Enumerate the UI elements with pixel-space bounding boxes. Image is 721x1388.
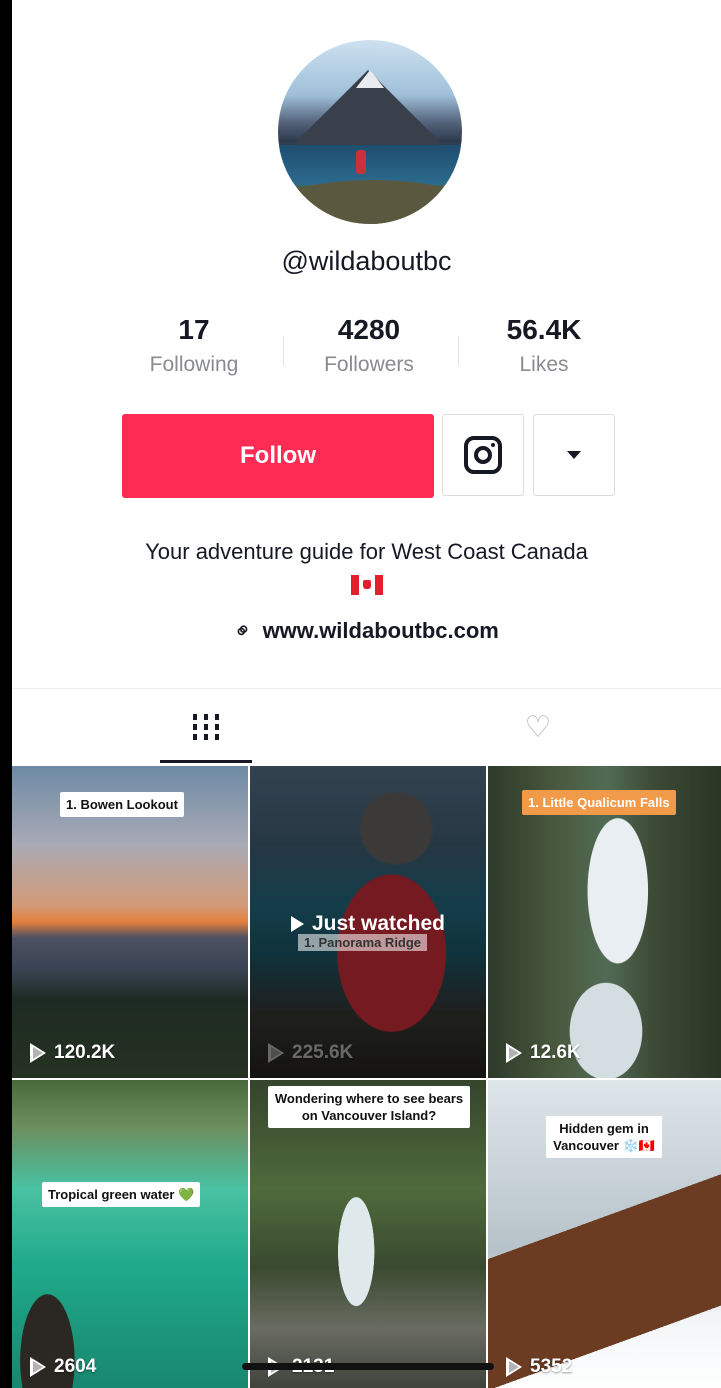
link-text: www.wildaboutbc.com	[262, 618, 499, 643]
likes-count: 56.4K	[506, 314, 582, 345]
caret-down-icon	[567, 451, 581, 459]
video-tile[interactable]: Hidden gem in Vancouver ❄️🇨🇦 5352	[488, 1080, 721, 1388]
video-tile[interactable]: Just watched 1. Panorama Ridge 225.6K	[250, 766, 486, 1078]
bio-text: Your adventure guide for West Coast Cana…	[145, 539, 588, 564]
link-icon: ⚭	[227, 615, 259, 647]
play-icon	[30, 1043, 46, 1063]
play-icon	[30, 1357, 46, 1377]
stat-followers[interactable]: 4280 Followers	[279, 312, 459, 382]
play-icon	[290, 916, 304, 933]
username: @wildaboutbc	[281, 246, 452, 276]
following-count: 17	[178, 314, 210, 345]
likes-label: Likes	[519, 353, 569, 376]
video-tile[interactable]: Tropical green water 💚 2604	[12, 1080, 248, 1388]
canada-flag-icon	[350, 575, 383, 596]
video-tile[interactable]: 1. Little Qualicum Falls 12.6K	[488, 766, 721, 1078]
profile-screen: @wildaboutbc 17 Following 4280 Followers…	[12, 0, 721, 1388]
view-count: 5352	[506, 1356, 572, 1378]
view-count: 2604	[30, 1356, 96, 1378]
view-count: 12.6K	[506, 1042, 581, 1064]
instagram-button[interactable]	[442, 414, 524, 496]
followers-label: Followers	[324, 353, 414, 376]
play-icon	[506, 1043, 522, 1063]
stat-likes[interactable]: 56.4K Likes	[454, 312, 634, 382]
hidden-heart-icon: ♡	[524, 710, 552, 744]
home-indicator	[242, 1363, 494, 1370]
tab-divider	[12, 688, 721, 689]
view-count: 225.6K	[268, 1042, 353, 1064]
instagram-icon	[464, 436, 502, 474]
video-tile[interactable]: Wondering where to see bears on Vancouve…	[250, 1080, 486, 1388]
video-caption: 1. Panorama Ridge	[298, 934, 428, 951]
video-caption: 1. Little Qualicum Falls	[522, 790, 676, 815]
video-caption: 1. Bowen Lookout	[60, 792, 184, 817]
play-icon	[268, 1043, 284, 1063]
video-caption: Hidden gem in Vancouver ❄️🇨🇦	[546, 1116, 662, 1158]
video-tile[interactable]: 1. Bowen Lookout 120.2K	[12, 766, 248, 1078]
stat-following[interactable]: 17 Following	[104, 312, 284, 382]
view-count: 120.2K	[30, 1042, 115, 1064]
grid-icon	[193, 714, 219, 740]
tab-videos[interactable]	[160, 690, 252, 764]
profile-avatar[interactable]	[278, 40, 462, 224]
more-options-button[interactable]	[533, 414, 615, 496]
play-icon	[506, 1357, 522, 1377]
following-label: Following	[149, 353, 239, 376]
profile-link[interactable]: ⚭ www.wildaboutbc.com	[12, 615, 721, 647]
follow-button[interactable]: Follow	[122, 414, 434, 498]
tab-liked[interactable]: ♡	[492, 690, 584, 764]
just-watched-overlay: Just watched	[250, 912, 486, 936]
active-tab-indicator	[160, 760, 252, 763]
followers-count: 4280	[337, 314, 401, 345]
video-caption: Tropical green water 💚	[42, 1182, 201, 1207]
profile-bio: Your adventure guide for West Coast Cana…	[12, 536, 721, 600]
video-caption: Wondering where to see bears on Vancouve…	[268, 1086, 470, 1128]
